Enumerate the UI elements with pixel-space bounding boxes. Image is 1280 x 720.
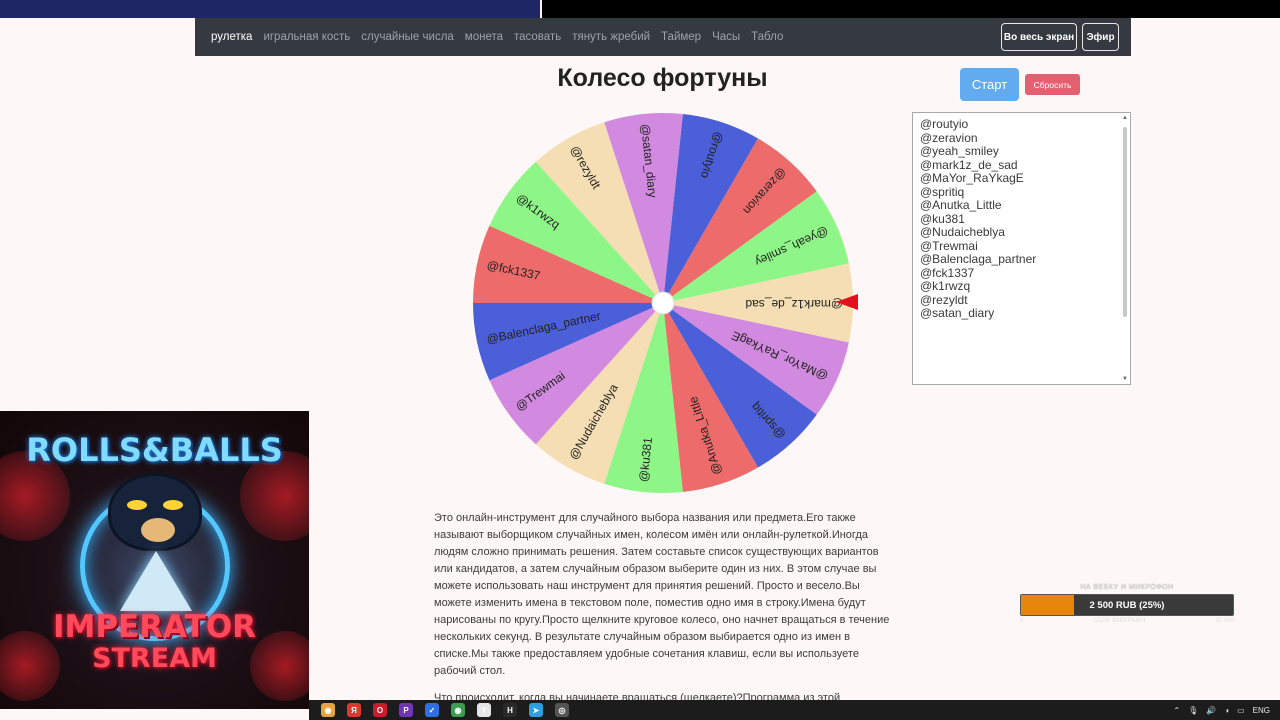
nav-timer[interactable]: Таймер — [661, 31, 701, 43]
nav-roulette[interactable]: рулетка — [211, 31, 252, 43]
goal-progress-bar: 2 500 RUB (25%) — [1020, 594, 1234, 616]
microphone-icon[interactable]: 🎙 — [1188, 706, 1198, 715]
description-text: Это онлайн-инструмент для случайного выб… — [434, 512, 890, 677]
stream-logo-overlay: ROLLS&BALLS IMPERATOR STREAM — [0, 411, 309, 709]
scroll-down-icon[interactable]: ▼ — [1122, 376, 1128, 382]
bear-mascot-icon — [108, 473, 202, 551]
chrome-icon[interactable]: ◉ — [321, 703, 335, 717]
goal-max: 10 000 — [1215, 618, 1234, 624]
nav-scoreboard[interactable]: Табло — [751, 31, 783, 43]
network-icon[interactable]: ▭ — [1237, 706, 1245, 715]
names-list-text: @routyio @zeravion @yeah_smiley @mark1z_… — [920, 117, 1037, 320]
logo-subtitle-2: STREAM — [92, 643, 217, 674]
fullscreen-button[interactable]: Во весь экран — [1001, 23, 1077, 51]
chevron-up-icon[interactable]: ⌃ — [1173, 706, 1180, 715]
h-app-icon[interactable]: H — [503, 703, 517, 717]
goal-title: НА ВЕБКУ И МИКРОФОН — [1080, 584, 1174, 591]
system-tray: ⌃ 🎙 🔊 ◑ ▭ ENG — [1173, 700, 1270, 720]
top-strip-right — [542, 0, 1280, 18]
language-indicator[interactable]: ENG — [1253, 706, 1270, 715]
taskbar: ◉ Я O P ✓ ◉ Y H ➤ ◎ ⌃ 🎙 🔊 ◑ ▭ ENG — [309, 700, 1280, 720]
nav-shuffle[interactable]: тасовать — [514, 31, 561, 43]
fortune-wheel[interactable]: @routyio@zeravion@yeah_smiley@mark1z_de_… — [470, 110, 860, 500]
volume-icon[interactable]: 🔊 — [1206, 706, 1216, 715]
goal-progress-text: 2 500 RUB (25%) — [1089, 599, 1165, 611]
nav-coin[interactable]: монета — [465, 31, 503, 43]
top-strip-left — [0, 0, 540, 18]
names-textarea[interactable]: @routyio @zeravion @yeah_smiley @mark1z_… — [912, 112, 1131, 385]
yandex-icon[interactable]: Я — [347, 703, 361, 717]
goal-status: СБОР ЗАВЕРШЕН — [1093, 618, 1146, 624]
live-button[interactable]: Эфир — [1082, 23, 1119, 51]
photoshop-icon[interactable]: P — [399, 703, 413, 717]
goal-min: 0 — [1020, 618, 1024, 624]
names-scrollbar[interactable]: ▲ ▼ — [1121, 115, 1129, 382]
nav-random-numbers[interactable]: случайные числа — [361, 31, 454, 43]
wheel-center-hub — [651, 291, 675, 315]
taskbar-icons: ◉ Я O P ✓ ◉ Y H ➤ ◎ — [309, 703, 569, 717]
page-title: Колесо фортуны — [557, 64, 768, 92]
top-navbar: рулетка игральная кость случайные числа … — [195, 18, 1131, 56]
scroll-up-icon[interactable]: ▲ — [1122, 115, 1128, 121]
headset-icon[interactable]: ◑ — [1224, 706, 1229, 715]
triangle-gem-icon — [120, 551, 192, 611]
nav-dice[interactable]: игральная кость — [263, 31, 350, 43]
donation-goal-widget: НА ВЕБКУ И МИКРОФОН 2 500 RUB (25%) 0 СБ… — [1020, 584, 1234, 628]
opera-icon[interactable]: O — [373, 703, 387, 717]
wheel-segment-label: @mark1z_de_sad — [745, 297, 843, 311]
reset-button[interactable]: Сбросить — [1025, 74, 1080, 95]
check-icon[interactable]: ✓ — [425, 703, 439, 717]
chrome-2-icon[interactable]: ◉ — [451, 703, 465, 717]
telegram-icon[interactable]: ➤ — [529, 703, 543, 717]
obs-icon[interactable]: ◎ — [555, 703, 569, 717]
nav-clock[interactable]: Часы — [712, 31, 740, 43]
nav-draw-lots[interactable]: тянуть жребий — [572, 31, 650, 43]
yandex-browser-icon[interactable]: Y — [477, 703, 491, 717]
start-button[interactable]: Старт — [960, 68, 1019, 101]
logo-title: ROLLS&BALLS — [26, 431, 283, 469]
scroll-thumb[interactable] — [1123, 127, 1127, 317]
logo-subtitle: IMPERATOR — [52, 609, 257, 645]
